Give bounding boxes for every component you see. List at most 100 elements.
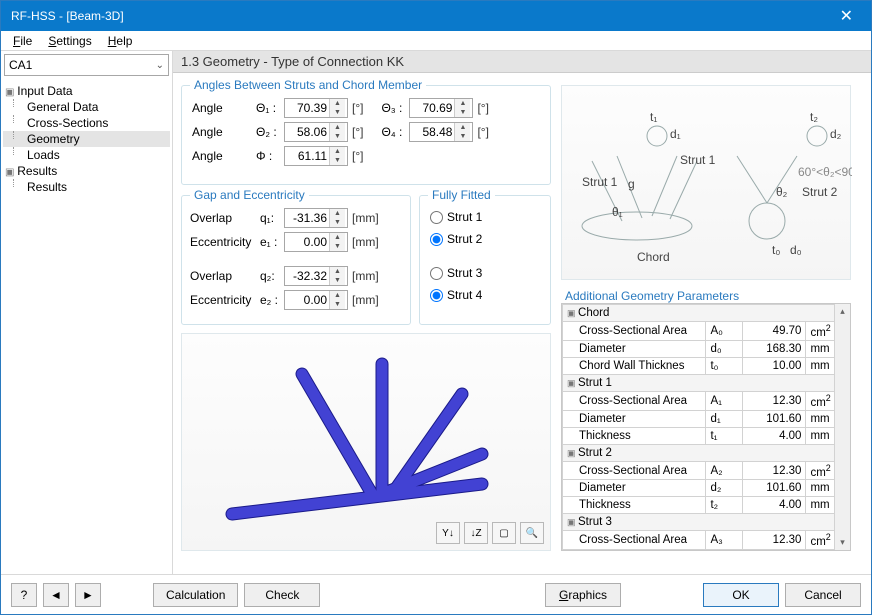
param-name: Thickness (563, 427, 706, 444)
spin-down-icon[interactable]: ▼ (455, 132, 470, 141)
view-tool-1[interactable]: ↓Z (464, 522, 488, 544)
help-button[interactable]: ? (11, 583, 37, 607)
radio-input[interactable] (430, 211, 443, 224)
spin-up-icon[interactable]: ▲ (330, 209, 345, 218)
case-combo[interactable]: CA1 ⌄ (4, 54, 169, 76)
angles-group: Angles Between Struts and Chord Member A… (181, 85, 551, 185)
table-section[interactable]: Strut 3 (563, 514, 850, 531)
spinner[interactable]: ▲▼ (284, 232, 348, 252)
spin-up-icon[interactable]: ▲ (330, 123, 345, 132)
radio-strut-3[interactable]: Strut 3 (430, 262, 542, 284)
table-section[interactable]: Chord (563, 305, 850, 322)
view-tool-3[interactable]: 🔍 (520, 522, 544, 544)
tree-results-root[interactable]: Results (3, 163, 170, 179)
param-name: Cross-Sectional Area (563, 391, 706, 410)
spinner-input[interactable] (285, 211, 329, 225)
radio-label: Strut 2 (447, 232, 482, 246)
spinner-input[interactable] (285, 269, 329, 283)
spin-down-icon[interactable]: ▼ (330, 218, 345, 227)
spinner[interactable]: ▲▼ (284, 98, 348, 118)
tree-results[interactable]: Results (3, 179, 170, 195)
param-value: 4.00 (743, 427, 806, 444)
spinner[interactable]: ▲▼ (284, 146, 348, 166)
param-name: Chord Wall Thicknes (563, 357, 706, 374)
scrollbar[interactable]: ▴▾ (834, 304, 850, 550)
radio-strut-2[interactable]: Strut 2 (430, 228, 542, 250)
chevron-down-icon: ⌄ (156, 60, 164, 71)
close-icon[interactable]: ✕ (832, 6, 861, 26)
spinner-input[interactable] (410, 101, 454, 115)
table-row: Thickness t₂ 4.00 mm (563, 497, 850, 514)
view-tool-0[interactable]: Y↓ (436, 522, 460, 544)
menu-help[interactable]: Help (102, 32, 139, 50)
calculation-button[interactable]: Calculation (153, 583, 238, 607)
spin-down-icon[interactable]: ▼ (455, 108, 470, 117)
table-section[interactable]: Strut 1 (563, 374, 850, 391)
angle-label: Angle (192, 125, 256, 139)
next-button[interactable]: ► (75, 583, 101, 607)
spin-down-icon[interactable]: ▼ (330, 132, 345, 141)
prev-button[interactable]: ◄ (43, 583, 69, 607)
graphics-button[interactable]: Graphics (545, 583, 621, 607)
param-symbol: t₂ (706, 497, 743, 514)
radio-strut-1[interactable]: Strut 1 (430, 206, 542, 228)
tree-geometry[interactable]: Geometry (3, 131, 170, 147)
param-symbol: t₀ (706, 357, 743, 374)
spinner-input[interactable] (285, 293, 329, 307)
radio-input[interactable] (430, 233, 443, 246)
spin-down-icon[interactable]: ▼ (330, 276, 345, 285)
param-value: 12.30 (743, 461, 806, 480)
param-name: Cross-Sectional Area (563, 322, 706, 341)
spin-up-icon[interactable]: ▲ (330, 99, 345, 108)
ok-button[interactable]: OK (703, 583, 779, 607)
param-value: 49.70 (743, 322, 806, 341)
spinner[interactable]: ▲▼ (284, 122, 348, 142)
param-name: Cross-Sectional Area (563, 461, 706, 480)
spin-up-icon[interactable]: ▲ (330, 147, 345, 156)
gap-label: Overlap (190, 269, 260, 283)
spinner-input[interactable] (285, 149, 329, 163)
spin-down-icon[interactable]: ▼ (330, 156, 345, 165)
param-name: Thickness (563, 497, 706, 514)
spin-up-icon[interactable]: ▲ (330, 233, 345, 242)
radio-strut-4[interactable]: Strut 4 (430, 284, 542, 306)
tree-input-data[interactable]: Input Data (3, 83, 170, 99)
spin-up-icon[interactable]: ▲ (455, 99, 470, 108)
tree-cross-sections[interactable]: Cross-Sections (3, 115, 170, 131)
spin-up-icon[interactable]: ▲ (330, 267, 345, 276)
gap-label: Eccentricity (190, 293, 260, 307)
spinner-input[interactable] (410, 125, 454, 139)
table-section[interactable]: Strut 2 (563, 444, 850, 461)
schematic-diagram: Strut 1 Strut 1 Strut 2 Chord t₁ t₂ d₁ d… (561, 85, 851, 280)
spinner-input[interactable] (285, 101, 329, 115)
tree-general-data[interactable]: General Data (3, 99, 170, 115)
unit: [mm] (352, 293, 379, 307)
unit: [mm] (352, 235, 379, 249)
spinner-input[interactable] (285, 235, 329, 249)
window-title: RF-HSS - [Beam-3D] (11, 9, 124, 23)
spin-up-icon[interactable]: ▲ (330, 291, 345, 300)
radio-input[interactable] (430, 289, 443, 302)
spinner[interactable]: ▲▼ (284, 266, 348, 286)
check-button[interactable]: Check (244, 583, 320, 607)
cancel-button[interactable]: Cancel (785, 583, 861, 607)
svg-text:θ₁: θ₁ (612, 205, 623, 219)
view-tool-2[interactable]: ▢ (492, 522, 516, 544)
param-value: 4.00 (743, 497, 806, 514)
angle-symbol: Φ : (256, 149, 284, 163)
spin-down-icon[interactable]: ▼ (330, 108, 345, 117)
menu-file[interactable]: File (7, 32, 38, 50)
radio-input[interactable] (430, 267, 443, 280)
spin-down-icon[interactable]: ▼ (330, 300, 345, 309)
spinner[interactable]: ▲▼ (409, 98, 473, 118)
spinner-input[interactable] (285, 125, 329, 139)
spinner[interactable]: ▲▼ (409, 122, 473, 142)
spinner[interactable]: ▲▼ (284, 208, 348, 228)
tree-loads[interactable]: Loads (3, 147, 170, 163)
preview-3d[interactable]: Y↓↓Z▢🔍 (181, 333, 551, 551)
spinner[interactable]: ▲▼ (284, 290, 348, 310)
param-symbol: d₁ (706, 410, 743, 427)
menu-settings[interactable]: Settings (42, 32, 97, 50)
spin-up-icon[interactable]: ▲ (455, 123, 470, 132)
spin-down-icon[interactable]: ▼ (330, 242, 345, 251)
